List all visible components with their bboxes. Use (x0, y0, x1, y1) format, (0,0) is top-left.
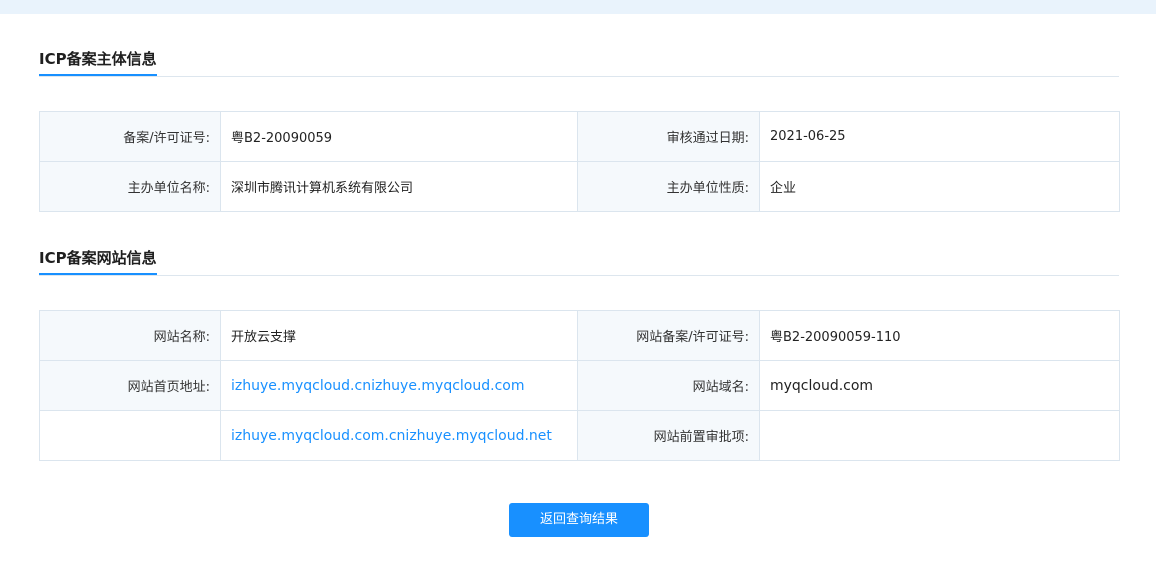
section-divider (39, 275, 1119, 276)
approval-date-value: 2021-06-25 (759, 111, 1120, 162)
subject-section-header: ICP备案主体信息 (39, 49, 1119, 77)
table-row: 备案/许可证号: 粤B2-20090059 审核通过日期: 2021-06-25 (39, 111, 1120, 162)
pre-approval-value (759, 410, 1120, 461)
section-divider (39, 76, 1119, 77)
table-row: 网站名称: 开放云支撑 网站备案/许可证号: 粤B2-20090059-110 (39, 310, 1120, 361)
empty-cell (39, 410, 221, 461)
homepage-label: 网站首页地址: (39, 360, 221, 411)
license-number-label: 备案/许可证号: (39, 111, 221, 162)
domain-label: 网站域名: (577, 360, 760, 411)
site-license-value: 粤B2-20090059-110 (759, 310, 1120, 361)
site-name-label: 网站名称: (39, 310, 221, 361)
subject-info-table: 备案/许可证号: 粤B2-20090059 审核通过日期: 2021-06-25… (39, 111, 1120, 212)
homepage-url-link[interactable]: izhuye.myqcloud.com.cnizhuye.myqcloud.ne… (220, 410, 578, 461)
organizer-type-label: 主办单位性质: (577, 161, 760, 212)
pre-approval-label: 网站前置审批项: (577, 410, 760, 461)
top-banner-strip (0, 0, 1156, 14)
subject-section-title: ICP备案主体信息 (39, 50, 157, 76)
site-name-value: 开放云支撑 (220, 310, 578, 361)
approval-date-label: 审核通过日期: (577, 111, 760, 162)
table-row: 主办单位名称: 深圳市腾讯计算机系统有限公司 主办单位性质: 企业 (39, 161, 1120, 212)
back-to-results-button[interactable]: 返回查询结果 (509, 503, 649, 537)
table-row: 网站首页地址: izhuye.myqcloud.cnizhuye.myqclou… (39, 360, 1120, 411)
domain-value: myqcloud.com (759, 360, 1120, 411)
site-license-label: 网站备案/许可证号: (577, 310, 760, 361)
organizer-name-label: 主办单位名称: (39, 161, 221, 212)
website-section-header: ICP备案网站信息 (39, 248, 1119, 276)
organizer-type-value: 企业 (759, 161, 1120, 212)
homepage-url-link[interactable]: izhuye.myqcloud.cnizhuye.myqcloud.com (220, 360, 578, 411)
website-info-table: 网站名称: 开放云支撑 网站备案/许可证号: 粤B2-20090059-110 … (39, 310, 1120, 461)
website-section-title: ICP备案网站信息 (39, 249, 157, 275)
license-number-value: 粤B2-20090059 (220, 111, 578, 162)
organizer-name-value: 深圳市腾讯计算机系统有限公司 (220, 161, 578, 212)
table-row: izhuye.myqcloud.com.cnizhuye.myqcloud.ne… (39, 410, 1120, 461)
